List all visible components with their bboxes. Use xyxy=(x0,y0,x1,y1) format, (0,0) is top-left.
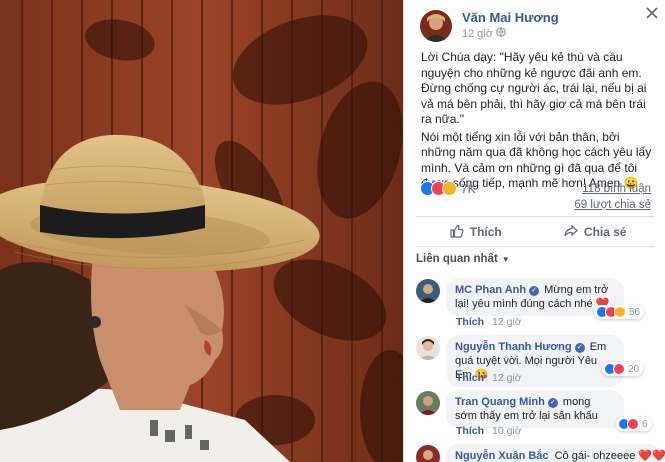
caret-down-icon: ▼ xyxy=(501,254,510,264)
post-header: Văn Mai Hương 12 giờ xyxy=(420,10,559,42)
like-button-label: Thích xyxy=(469,225,502,239)
love-reaction-icon xyxy=(613,363,625,375)
shares-count-link[interactable]: 69 lượt chia sẻ xyxy=(574,197,651,213)
comment-author[interactable]: Nguyễn Xuân Bắc xyxy=(455,450,549,462)
commenter-avatar[interactable] xyxy=(416,445,440,462)
comment-author[interactable]: Nguyễn Thanh Hương xyxy=(455,341,572,353)
comment-reaction-count: 56 xyxy=(629,306,641,318)
thumbs-up-icon xyxy=(450,224,464,241)
post-text-paragraph: Lời Chúa dạy: "Hãy yêu kẻ thù và cầu ngu… xyxy=(421,50,650,126)
comment-bubble: Tran Quang Minh ✓ mong sớm thấy em trở lạ… xyxy=(446,390,624,428)
photo-illustration xyxy=(0,0,403,462)
post-stats: 118 bình luận 69 lượt chia sẻ xyxy=(574,181,651,213)
comment-reactions[interactable]: 6 xyxy=(616,417,652,431)
comment-reaction-count: 6 xyxy=(642,418,648,430)
comment-meta: Thích 10 giờ xyxy=(456,425,522,437)
post-panel: Văn Mai Hương 12 giờ Lời Chúa dạy: "Hãy … xyxy=(403,0,665,462)
share-button[interactable]: Chia sẻ xyxy=(536,220,656,244)
reaction-summary[interactable]: 7K xyxy=(420,181,476,196)
comment-like-link[interactable]: Thích xyxy=(456,372,484,384)
comment-author[interactable]: MC Phan Anh xyxy=(455,284,526,296)
author-name[interactable]: Văn Mai Hương xyxy=(462,10,559,26)
verified-badge-icon: ✓ xyxy=(547,398,558,408)
sad-reaction-icon xyxy=(442,181,457,196)
comment-meta: Thích 12 giờ xyxy=(456,316,522,328)
comment-time[interactable]: 10 giờ xyxy=(492,425,522,437)
comment-text: Cô gái- ohzeeee ❤️❤️ xyxy=(554,450,665,462)
post-photo[interactable] xyxy=(0,0,403,462)
globe-icon xyxy=(496,26,506,42)
like-button[interactable]: Thích xyxy=(416,220,536,244)
post-time[interactable]: 12 giờ xyxy=(462,26,493,42)
comment-bubble: Nguyễn Xuân Bắc Cô gái- ohzeeee ❤️❤️ xyxy=(446,444,665,462)
author-meta: Văn Mai Hương 12 giờ xyxy=(462,10,559,42)
comment-like-link[interactable]: Thích xyxy=(456,316,484,328)
close-icon[interactable] xyxy=(641,2,663,24)
comment-reactions[interactable]: 20 xyxy=(602,362,644,376)
comment-like-link[interactable]: Thích xyxy=(456,425,484,437)
author-avatar[interactable] xyxy=(420,10,452,42)
comment-meta: Thích 12 giờ xyxy=(456,372,522,384)
action-bar: Thích Chia sẻ xyxy=(416,220,655,244)
comment-reaction-count: 20 xyxy=(628,363,640,375)
post-text: Lời Chúa dạy: "Hãy yêu kẻ thù và cầu ngu… xyxy=(421,50,653,194)
verified-badge-icon: ✓ xyxy=(574,343,585,353)
comment-time[interactable]: 12 giờ xyxy=(492,316,522,328)
reaction-count: 7K xyxy=(461,181,476,196)
love-reaction-icon xyxy=(627,418,639,430)
commenter-avatar[interactable] xyxy=(416,279,440,303)
comment-author[interactable]: Tran Quang Minh xyxy=(455,396,545,408)
commenter-avatar[interactable] xyxy=(416,336,440,360)
comment-sort-dropdown[interactable]: Liên quan nhất ▼ xyxy=(416,253,510,265)
post-time-row: 12 giờ xyxy=(462,26,559,42)
comments-count-link[interactable]: 118 bình luận xyxy=(574,181,651,197)
commenter-avatar[interactable] xyxy=(416,391,440,415)
share-icon xyxy=(564,224,578,241)
verified-badge-icon: ✓ xyxy=(529,286,540,296)
divider xyxy=(416,216,655,217)
haha-reaction-icon xyxy=(614,306,626,318)
comment-reactions[interactable]: 56 xyxy=(594,305,645,319)
comment-time[interactable]: 12 giờ xyxy=(492,372,522,384)
sort-label: Liên quan nhất xyxy=(416,253,498,265)
share-button-label: Chia sẻ xyxy=(583,225,627,239)
divider xyxy=(416,246,655,247)
